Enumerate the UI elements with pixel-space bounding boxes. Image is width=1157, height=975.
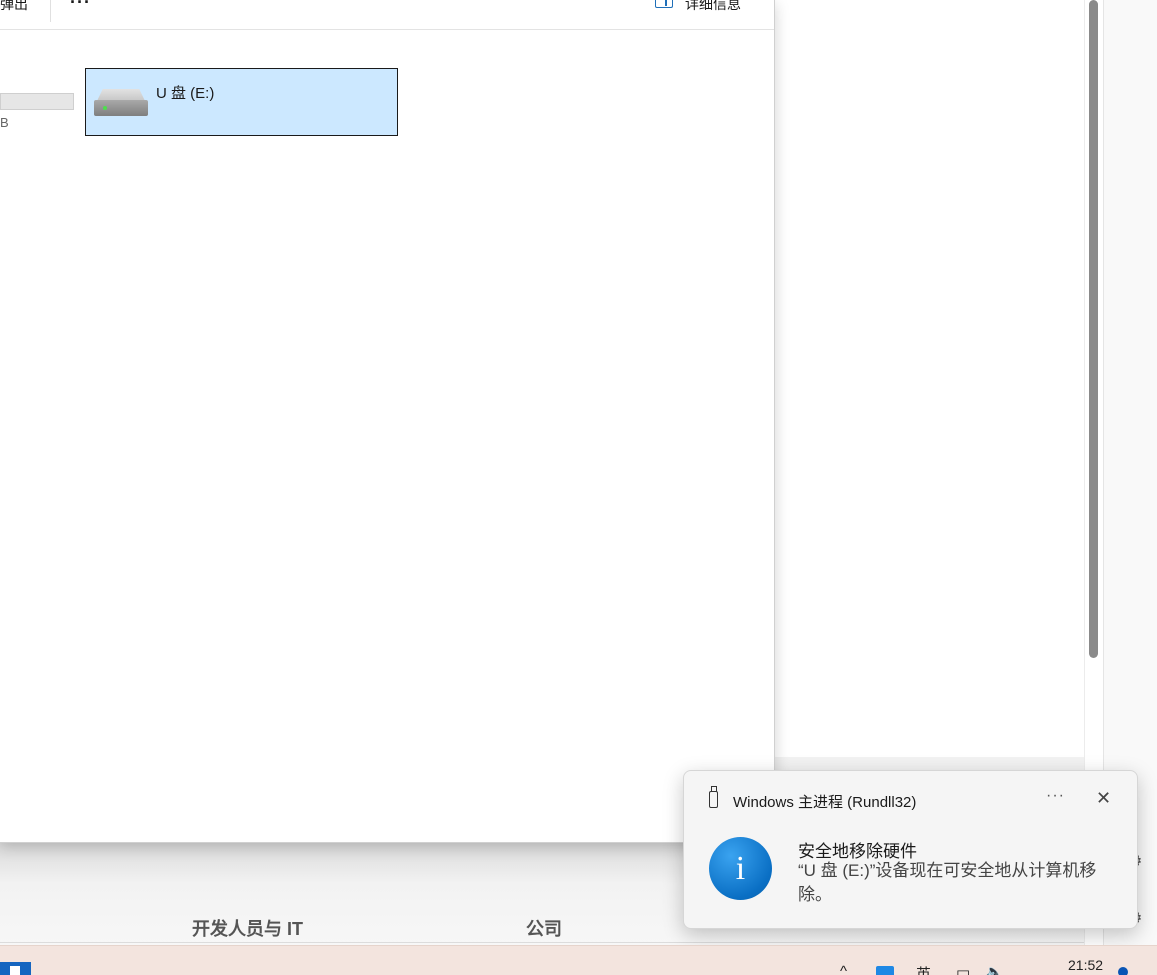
taskbar-clock[interactable]: 21:52 [1068, 957, 1103, 973]
footer-link-developers-it[interactable]: 开发人员与 IT [192, 915, 303, 941]
toast-more-button[interactable]: ··· [1046, 787, 1065, 805]
tray-app-icon[interactable] [876, 966, 894, 975]
browser-scrollbar-thumb[interactable] [1089, 0, 1098, 658]
toast-app-name: Windows 主进程 (Rundll32) [733, 794, 917, 811]
usb-drive-icon [94, 89, 148, 119]
usb-drive-label: U 盘 (E:) [156, 85, 215, 102]
eject-button[interactable]: 弹出 [0, 0, 28, 14]
toolbar-divider [50, 0, 51, 22]
toast-close-button[interactable]: ✕ [1096, 788, 1111, 809]
footer-divider [0, 942, 1084, 943]
toast-notification[interactable]: Windows 主进程 (Rundll32) ··· ✕ i 安全地移除硬件 “… [683, 770, 1138, 929]
input-language-indicator[interactable]: 英 [916, 963, 931, 975]
explorer-toolbar: 弹出 ··· 详细信息 [0, 0, 774, 30]
drive-size-text: B [0, 115, 9, 130]
footer-link-company[interactable]: 公司 [526, 915, 562, 941]
tray-overflow-chevron-icon[interactable]: ^ [840, 963, 847, 975]
network-icon[interactable]: ▭ [956, 963, 970, 975]
usb-drive-tile[interactable]: U 盘 (E:) [85, 68, 398, 136]
file-explorer-window: 弹出 ··· 详细信息 B U 盘 (E:) [0, 0, 775, 843]
notification-badge[interactable] [1118, 967, 1128, 975]
toast-message: “U 盘 (E:)”设备现在可安全地从计算机移除。 [798, 861, 1097, 904]
details-pane-icon [655, 0, 673, 8]
info-icon: i [709, 837, 772, 900]
drive-usage-bar [0, 93, 74, 110]
taskbar-app-icon[interactable] [0, 962, 31, 975]
details-pane-label: 详细信息 [685, 0, 741, 12]
usb-stick-icon [709, 786, 718, 808]
volume-icon[interactable]: 🔈 [985, 963, 1004, 975]
taskbar: ^ 英 ▭ 🔈 21:52 [0, 945, 1157, 975]
more-options-button[interactable]: ··· [70, 0, 91, 13]
